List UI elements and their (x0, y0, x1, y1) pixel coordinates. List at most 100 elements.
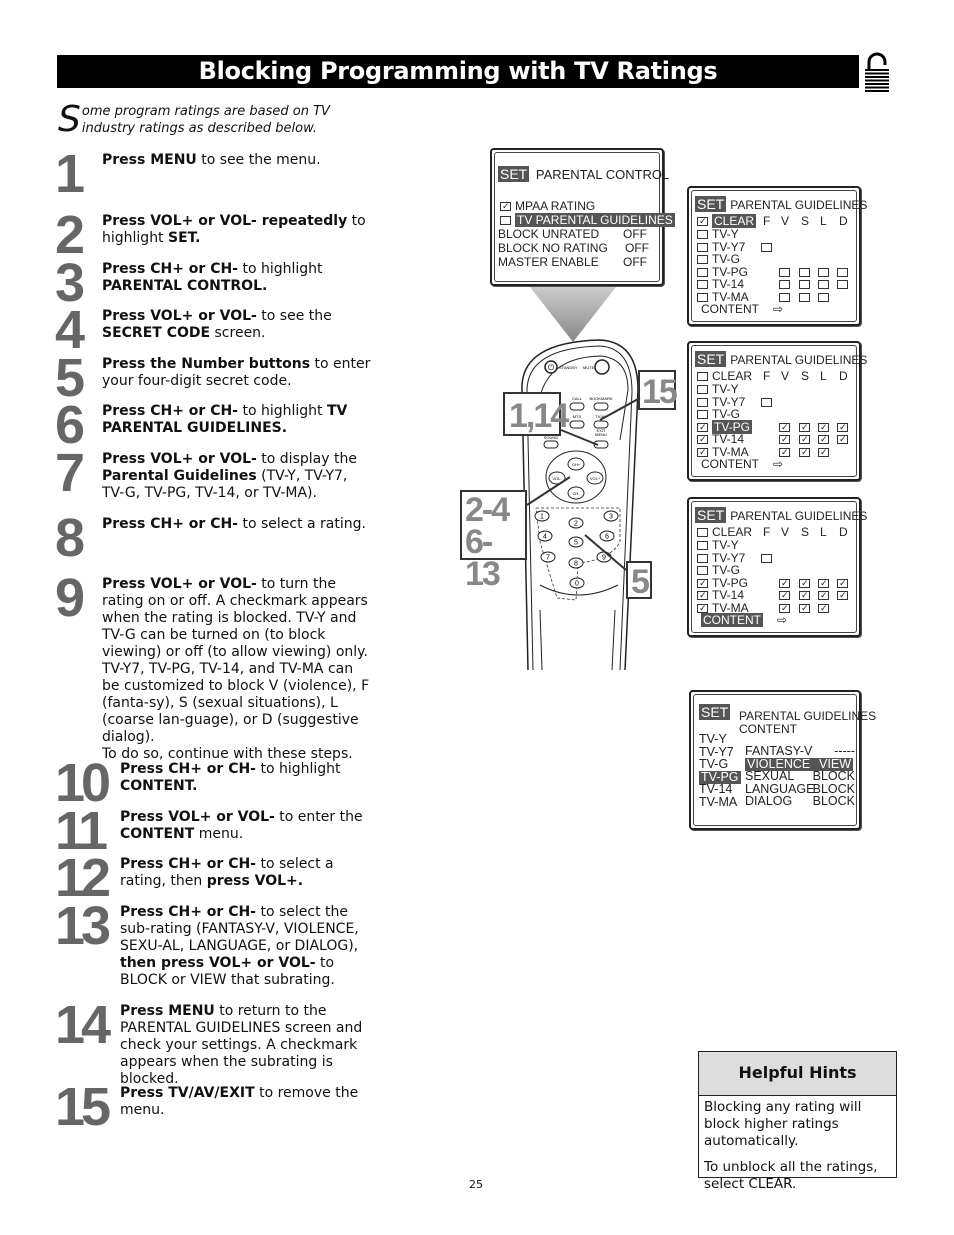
subrating-checkbox-v[interactable] (779, 292, 790, 302)
subrating-checkbox-s[interactable] (799, 280, 810, 289)
content-label[interactable]: CONTENT (701, 302, 759, 316)
subrating-checkbox-s[interactable] (799, 578, 810, 588)
subrating-checkbox-l[interactable] (818, 267, 829, 277)
content-screen-subtitle: CONTENT (739, 722, 797, 736)
clear-checkbox[interactable] (697, 528, 708, 538)
subrating-checkbox-s[interactable] (799, 447, 810, 457)
pc-row-label[interactable]: MASTER ENABLE (498, 256, 599, 269)
subrating-checkbox-v[interactable] (779, 591, 790, 600)
subrating-checkbox-l[interactable] (818, 591, 829, 600)
subrating-checkbox-v[interactable] (779, 603, 790, 613)
pc-row-label[interactable]: BLOCK NO RATING (498, 242, 608, 255)
rating-checkbox[interactable] (697, 292, 708, 302)
subrating-checkbox-s[interactable] (799, 435, 810, 444)
svg-text:CH-: CH- (572, 491, 580, 496)
digit-label: 7 (546, 555, 550, 562)
rating-checkbox[interactable] (697, 422, 708, 432)
subrating-checkbox-f[interactable] (761, 553, 772, 563)
rating-checkbox[interactable] (697, 267, 708, 277)
svg-text:⏻: ⏻ (548, 363, 555, 372)
column-header-f: F (763, 214, 771, 228)
clear-label[interactable]: CLEAR (712, 525, 752, 539)
subrating-checkbox-s[interactable] (799, 591, 810, 600)
tv-parental-guidelines-item[interactable]: TV PARENTAL GUIDELINES (515, 213, 675, 227)
subrating-checkbox-d[interactable] (837, 267, 848, 277)
subrating-checkbox-l[interactable] (818, 292, 829, 302)
rating-checkbox[interactable] (697, 435, 708, 445)
clear-checkbox[interactable] (697, 217, 708, 227)
rating-checkbox[interactable] (697, 230, 708, 240)
content-rating-item[interactable]: TV-MA (699, 795, 737, 809)
subrating-checkbox-f[interactable] (761, 397, 772, 407)
content-row[interactable]: CONTENT ⇨ (701, 458, 783, 471)
subrating-checkbox-s[interactable] (799, 267, 810, 277)
guidelines-title: PARENTAL GUIDELINES (730, 353, 868, 367)
rating-checkbox[interactable] (697, 397, 708, 407)
subrating-value[interactable]: BLOCK (813, 795, 855, 808)
subrating-checkbox-v[interactable] (779, 422, 790, 432)
guidelines-header: SET PARENTAL GUIDELINES (695, 507, 867, 523)
subrating-checkbox-v[interactable] (779, 267, 790, 277)
rating-checkbox[interactable] (697, 255, 708, 265)
step-text: Press MENU to return to the PARENTAL GUI… (120, 1003, 363, 1087)
clear-checkbox[interactable] (697, 372, 708, 382)
rating-checkbox[interactable] (697, 591, 708, 601)
clear-label[interactable]: CLEAR (712, 369, 752, 383)
hint-2: To unblock all the ratings, select CLEAR… (704, 1159, 878, 1192)
rating-checkbox[interactable] (697, 553, 708, 563)
rating-checkbox[interactable] (697, 280, 708, 290)
page-number: 25 (469, 1178, 483, 1191)
subrating-checkbox-v[interactable] (779, 435, 790, 444)
arrow-right-icon: ⇨ (777, 613, 788, 627)
step-text: Press CH+ or CH- to select the sub-ratin… (120, 904, 359, 988)
column-header-l: L (820, 525, 827, 539)
subrating-checkbox-v[interactable] (779, 280, 790, 289)
digit-label: 3 (609, 514, 613, 521)
guidelines-header: SET PARENTAL GUIDELINES (695, 196, 867, 212)
helpful-hints-box: Helpful Hints Blocking any rating will b… (698, 1051, 897, 1192)
subrating-checkbox-v[interactable] (779, 578, 790, 588)
mpaa-checkbox[interactable] (500, 202, 511, 212)
tv-guidelines-checkbox[interactable] (500, 216, 511, 226)
clear-label[interactable]: CLEAR (712, 214, 757, 228)
subrating-checkbox-d[interactable] (837, 280, 848, 289)
subrating-checkbox-l[interactable] (818, 578, 829, 588)
rating-checkbox[interactable] (697, 410, 708, 420)
subrating-checkbox-s[interactable] (799, 422, 810, 432)
subrating-checkbox-d[interactable] (837, 578, 848, 588)
set-label: SET (498, 166, 530, 182)
rating-checkbox[interactable] (697, 566, 708, 576)
rating-checkbox[interactable] (697, 242, 708, 252)
subrating-checkbox-s[interactable] (799, 292, 810, 302)
subrating-checkbox-d[interactable] (837, 422, 848, 432)
subrating-checkbox-s[interactable] (799, 603, 810, 613)
rating-checkbox[interactable] (697, 541, 708, 551)
content-row[interactable]: CONTENT ⇨ (701, 303, 783, 316)
subrating-checkbox-l[interactable] (818, 447, 829, 457)
pc-row-value: OFF (623, 255, 647, 269)
mpaa-rating-item[interactable]: MPAA RATING (515, 199, 595, 213)
rating-checkbox[interactable] (697, 603, 708, 613)
content-label[interactable]: CONTENT (701, 613, 763, 627)
rating-checkbox[interactable] (697, 385, 708, 395)
content-label[interactable]: CONTENT (701, 457, 759, 471)
subrating-checkbox-l[interactable] (818, 603, 829, 613)
content-row[interactable]: CONTENT ⇨ (701, 613, 788, 627)
subrating-checkbox-v[interactable] (779, 447, 790, 457)
column-header-f: F (763, 525, 771, 539)
column-header-f: F (763, 369, 771, 383)
rating-checkbox[interactable] (697, 578, 708, 588)
column-header-s: S (801, 525, 810, 539)
subrating-checkbox-l[interactable] (818, 280, 829, 289)
subrating-checkbox-d[interactable] (837, 591, 848, 600)
subrating-row[interactable]: DIALOG BLOCK (745, 795, 857, 808)
pc-row-label[interactable]: BLOCK UNRATED (498, 228, 599, 241)
step-text: Press VOL+ or VOL- to enter the CONTENT … (120, 809, 363, 842)
rating-checkbox[interactable] (697, 447, 708, 457)
subrating-checkbox-f[interactable] (761, 242, 772, 252)
subrating-checkbox-l[interactable] (818, 435, 829, 444)
column-header-l: L (820, 214, 827, 228)
subrating-checkbox-d[interactable] (837, 435, 848, 444)
subrating-checkbox-l[interactable] (818, 422, 829, 432)
rating-label[interactable]: TV-G (712, 407, 740, 421)
